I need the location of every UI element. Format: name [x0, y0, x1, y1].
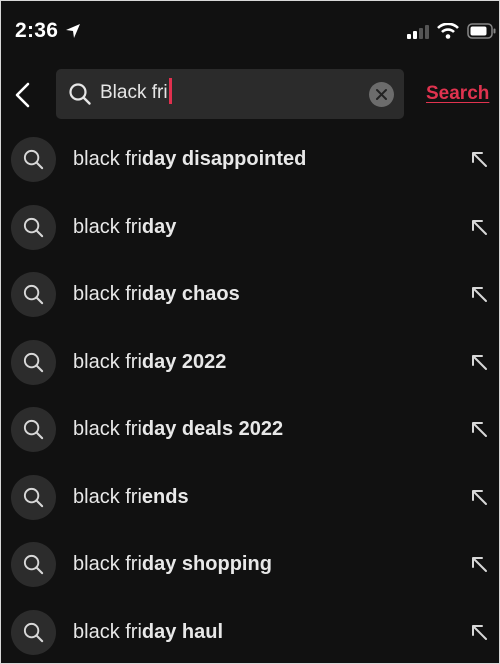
search-button[interactable]: Search [426, 83, 489, 105]
suggestion-label: black friday haul [73, 621, 223, 644]
text-caret [168, 78, 172, 104]
back-button[interactable] [11, 81, 35, 109]
search-query: Black fri [100, 82, 168, 104]
suggestion-completion: day deals 2022 [141, 418, 284, 440]
suggestion-typed: black fri [73, 215, 142, 238]
arrow-up-left-icon [472, 219, 487, 235]
suggestion-item[interactable]: black friday [1, 193, 499, 261]
search-icon [23, 284, 44, 305]
suggestion-search-icon-badge [11, 609, 56, 655]
suggestion-typed: black fri [73, 350, 142, 373]
suggestion-typed: black fri [73, 485, 142, 508]
search-icon [23, 419, 44, 440]
suggestion-label: black friday chaos [73, 283, 240, 306]
fill-query-button[interactable] [470, 353, 488, 376]
arrow-up-left-icon [472, 152, 487, 167]
suggestion-label: black friday 2022 [73, 351, 226, 374]
suggestion-completion: day 2022 [141, 350, 227, 373]
suggestion-completion: day disappointed [141, 148, 307, 170]
arrow-up-left-icon [472, 354, 487, 370]
location-arrow-icon [65, 23, 81, 44]
search-icon [23, 149, 44, 170]
fill-query-button[interactable] [470, 150, 488, 173]
suggestion-list: black friday disappointed black friday bla… [1, 125, 499, 663]
wifi-icon [437, 22, 459, 44]
suggestion-completion: ends [141, 485, 189, 508]
suggestion-completion: day haul [141, 620, 224, 643]
suggestion-label: black friday [73, 216, 176, 239]
clear-button[interactable] [369, 82, 394, 107]
suggestion-label: black friday disappointed [73, 148, 306, 171]
fill-query-button[interactable] [470, 420, 488, 443]
suggestion-completion: day chaos [141, 283, 240, 305]
status-bar: 2:36 [1, 1, 499, 61]
suggestion-item[interactable]: black friday shopping [1, 530, 499, 598]
suggestion-completion: day [141, 215, 177, 238]
clear-icon [376, 89, 387, 100]
search-bar: Black fri Search [1, 69, 499, 121]
fill-query-button[interactable] [470, 623, 488, 646]
suggestion-search-icon-badge [11, 542, 56, 587]
suggestion-typed: black fri [73, 620, 142, 643]
fill-query-button[interactable] [470, 285, 488, 308]
arrow-up-left-icon [472, 287, 487, 302]
arrow-up-left-icon [472, 624, 487, 640]
suggestion-search-icon-badge [11, 137, 56, 182]
battery-icon [467, 23, 497, 44]
suggestion-item[interactable]: black friday disappointed [1, 125, 499, 193]
suggestion-typed: black fri [73, 418, 142, 440]
arrow-up-left-icon [472, 489, 487, 505]
search-icon [23, 352, 44, 372]
suggestion-search-icon-badge [11, 272, 56, 317]
cellular-signal-icon [407, 25, 431, 44]
arrow-up-left-icon [472, 422, 487, 437]
search-icon [23, 217, 44, 237]
arrow-up-left-icon [472, 557, 487, 572]
suggestion-completion: day shopping [141, 553, 272, 575]
suggestion-search-icon-badge [11, 339, 56, 385]
suggestion-item[interactable]: black friday haul [1, 598, 499, 664]
chevron-left-icon [15, 82, 30, 108]
suggestion-item[interactable]: black friday 2022 [1, 328, 499, 396]
suggestion-typed: black fri [73, 553, 142, 575]
search-query-wrapper: Black fri [100, 78, 172, 104]
suggestion-search-icon-badge [11, 204, 56, 250]
search-icon [23, 487, 44, 507]
suggestion-label: black friday shopping [73, 553, 272, 576]
search-icon [23, 622, 44, 642]
suggestion-label: black friday deals 2022 [73, 418, 283, 441]
suggestion-typed: black fri [73, 283, 142, 305]
fill-query-button[interactable] [470, 488, 488, 511]
search-icon [68, 82, 92, 111]
suggestion-label: black friends [73, 486, 189, 509]
fill-query-button[interactable] [470, 555, 488, 578]
status-time: 2:36 [15, 19, 59, 42]
suggestion-item[interactable]: black friends [1, 463, 499, 531]
suggestion-search-icon-badge [11, 474, 56, 520]
suggestion-search-icon-badge [11, 407, 56, 452]
suggestion-item[interactable]: black friday chaos [1, 260, 499, 328]
fill-query-button[interactable] [470, 218, 488, 241]
screen: 2:36 Black fri Search black friday disap… [1, 1, 499, 663]
search-input[interactable]: Black fri [56, 69, 404, 119]
suggestion-item[interactable]: black friday deals 2022 [1, 395, 499, 463]
search-icon [23, 554, 44, 575]
suggestion-typed: black fri [73, 148, 142, 170]
